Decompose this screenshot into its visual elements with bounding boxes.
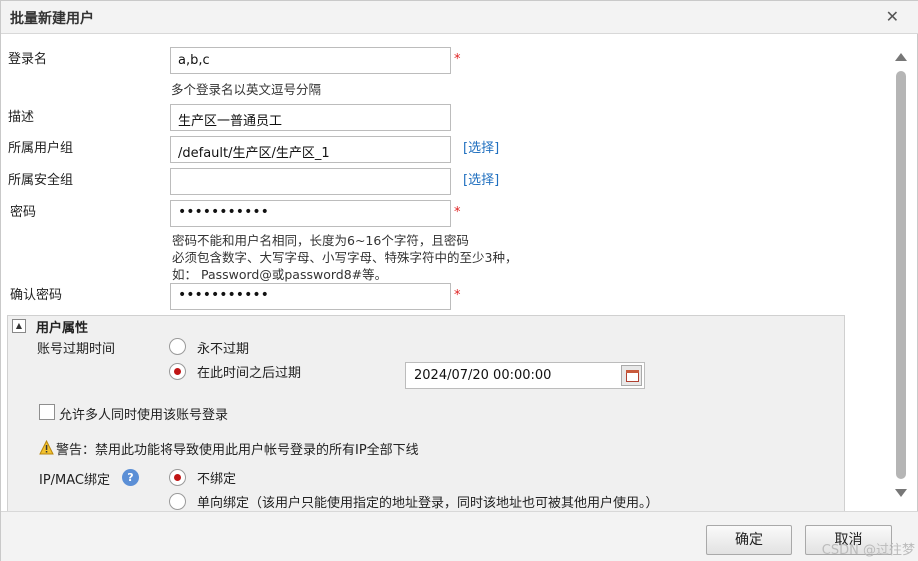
user-attributes-title: 用户属性 <box>36 321 89 336</box>
security-group-input[interactable] <box>170 168 451 195</box>
description-label: 描述 <box>8 110 35 125</box>
confirm-button[interactable]: 确定 <box>706 525 792 555</box>
user-attributes-section: ▲ 用户属性 账号过期时间 永不过期 在此时间之后过期 2024/07/20 0… <box>7 315 845 511</box>
login-name-input[interactable]: a,b,c <box>170 47 451 74</box>
expiry-after-label: 在此时间之后过期 <box>197 366 302 381</box>
expiry-never-radio[interactable] <box>169 338 186 355</box>
security-group-select-link[interactable]: [选择] <box>463 169 499 188</box>
dialog-body: 登录名 a,b,c * 多个登录名以英文逗号分隔 描述 生产区一普通员工 所属用… <box>1 35 918 511</box>
multi-login-checkbox[interactable] <box>39 404 55 420</box>
batch-create-user-dialog: 批量新建用户 ✕ 登录名 a,b,c * 多个登录名以英文逗号分隔 描述 生产区… <box>0 0 918 561</box>
login-name-hint: 多个登录名以英文逗号分隔 <box>171 82 322 97</box>
user-group-label: 所属用户组 <box>8 141 74 156</box>
password-input[interactable]: ••••••••••• <box>170 200 451 227</box>
dialog-titlebar: 批量新建用户 ✕ <box>1 1 918 34</box>
ip-mac-one-way-label: 单向绑定（该用户只能使用指定的地址登录，同时该地址也可被其他用户使用。） <box>197 496 659 511</box>
expiry-label: 账号过期时间 <box>37 342 116 357</box>
password-hint-line-3: 如： Password@或password8#等。 <box>172 267 388 282</box>
dialog-footer: 确定 取消 CSDN @过往梦 <box>1 511 918 561</box>
login-name-label: 登录名 <box>8 52 48 67</box>
expiry-after-radio[interactable] <box>169 363 186 380</box>
ip-mac-label: IP/MAC绑定 <box>39 473 111 488</box>
user-group-select-link[interactable]: [选择] <box>463 137 499 156</box>
security-group-label: 所属安全组 <box>8 173 74 188</box>
user-group-input[interactable]: /default/生产区/生产区_1 <box>170 136 451 163</box>
multi-login-label: 允许多人同时使用该账号登录 <box>59 408 229 423</box>
password-hint-line-2: 必须包含数字、大写字母、小写字母、特殊字符中的至少3种， <box>172 250 518 265</box>
confirm-password-input[interactable]: ••••••••••• <box>170 283 451 310</box>
collapse-toggle-icon[interactable]: ▲ <box>12 319 26 333</box>
scroll-down-icon[interactable] <box>895 489 907 497</box>
description-input[interactable]: 生产区一普通员工 <box>170 104 451 131</box>
calendar-icon[interactable] <box>621 365 642 386</box>
ip-mac-one-way-radio[interactable] <box>169 493 186 510</box>
warning-text: 警告：禁用此功能将导致使用此用户帐号登录的所有IP全部下线 <box>56 443 419 458</box>
help-icon[interactable]: ? <box>122 469 139 486</box>
dialog-title: 批量新建用户 <box>10 11 94 27</box>
ip-mac-none-label: 不绑定 <box>197 472 237 487</box>
watermark: CSDN @过往梦 <box>821 543 915 558</box>
vertical-scrollbar[interactable] <box>890 35 912 511</box>
scroll-thumb[interactable] <box>896 71 906 479</box>
scroll-up-icon[interactable] <box>895 53 907 61</box>
expiry-date-value: 2024/07/20 00:00:00 <box>414 368 552 383</box>
ip-mac-none-radio[interactable] <box>169 469 186 486</box>
password-required-mark: * <box>454 205 461 220</box>
login-name-required-mark: * <box>454 52 461 67</box>
password-hint-line-1: 密码不能和用户名相同，长度为6~16个字符，且密码 <box>172 233 469 248</box>
password-label: 密码 <box>10 205 37 220</box>
expiry-date-field[interactable]: 2024/07/20 00:00:00 <box>405 362 645 389</box>
expiry-never-label: 永不过期 <box>197 342 250 357</box>
confirm-password-required-mark: * <box>454 288 461 303</box>
confirm-password-label: 确认密码 <box>10 288 63 303</box>
close-icon[interactable]: ✕ <box>886 7 899 26</box>
warning-icon <box>39 440 54 455</box>
